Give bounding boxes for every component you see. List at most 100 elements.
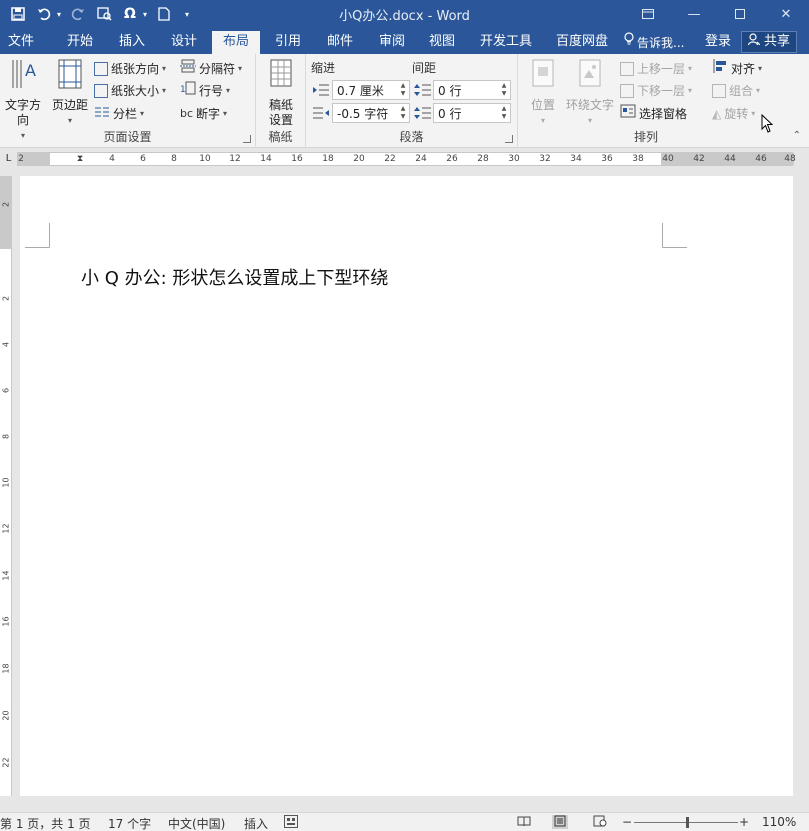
web-layout-icon[interactable] bbox=[592, 815, 608, 829]
bring-forward-button[interactable]: 上移一层 ▾ bbox=[620, 59, 692, 79]
tab-home[interactable]: 开始 bbox=[56, 31, 104, 54]
spacing-before-input[interactable]: 0 行 ▲ ▼ bbox=[433, 80, 511, 100]
hyphenation-button[interactable]: bc 断字 ▾ bbox=[180, 104, 227, 124]
zoom-level[interactable]: 110% bbox=[762, 815, 796, 829]
selection-pane-button[interactable]: 选择窗格 bbox=[620, 104, 687, 124]
margins-button[interactable]: 页边距 ▾ bbox=[50, 58, 90, 128]
vertical-ruler[interactable]: 2 2 4 6 8 10 12 14 16 18 20 22 bbox=[0, 176, 12, 796]
status-bar: 第 1 页，共 1 页 17 个字 中文(中国) 插入 − + 110% bbox=[0, 812, 809, 831]
page-setup-group-label: 页面设置 bbox=[103, 130, 152, 144]
tab-design[interactable]: 设计 bbox=[160, 31, 208, 54]
wrap-text-icon bbox=[579, 59, 601, 87]
align-button[interactable]: 对齐 ▾ bbox=[712, 59, 762, 79]
title-bar: ▾ Ω ▾ ▾ 小Q办公.docx - Word — ✕ bbox=[0, 0, 809, 28]
group-paragraph: 缩进 间距 0.7 厘米 ▲ ▼ -0.5 字符 ▲ ▼ 0 行 ▲ ▼ 0 行 ▲ ▼ bbox=[306, 54, 518, 148]
tell-me-box[interactable]: 告诉我... bbox=[624, 31, 696, 54]
document-page[interactable]: 小 Q 办公: 形状怎么设置成上下型环绕 bbox=[20, 176, 793, 796]
spacing-before-spinner-icon[interactable]: ▲ ▼ bbox=[499, 82, 509, 98]
paper-size-icon bbox=[94, 84, 108, 98]
ribbon-display-options-icon[interactable] bbox=[625, 0, 671, 28]
insert-mode[interactable]: 插入 bbox=[244, 815, 268, 831]
rotate-label: 旋转 bbox=[724, 107, 749, 121]
group-manuscript: 稿纸 设置 稿纸 bbox=[256, 54, 306, 148]
collapse-ribbon-icon[interactable]: ⌃ bbox=[793, 130, 801, 141]
size-button[interactable]: 纸张大小 ▾ bbox=[94, 81, 166, 101]
send-backward-button[interactable]: 下移一层 ▾ bbox=[620, 81, 692, 101]
indent-right-input[interactable]: -0.5 字符 ▲ ▼ bbox=[332, 103, 410, 123]
orientation-dropdown-icon: ▾ bbox=[162, 64, 167, 73]
breaks-button[interactable]: 分隔符 ▾ bbox=[180, 59, 242, 79]
group-dropdown-icon: ▾ bbox=[756, 86, 761, 95]
columns-button[interactable]: 分栏 ▾ bbox=[94, 104, 144, 124]
horizontal-ruler[interactable]: 2 ⧗ 4 6 8 10 12 14 16 18 20 22 24 26 28 … bbox=[17, 152, 796, 166]
tab-file[interactable]: 文件 bbox=[0, 31, 42, 54]
tab-baidu-netdisk[interactable]: 百度网盘 bbox=[552, 31, 612, 54]
size-dropdown-icon: ▾ bbox=[162, 86, 167, 95]
zoom-in-button[interactable]: + bbox=[739, 815, 749, 829]
indent-left-input[interactable]: 0.7 厘米 ▲ ▼ bbox=[332, 80, 410, 100]
text-direction-icon: A bbox=[12, 60, 36, 88]
vertical-scrollbar[interactable] bbox=[793, 176, 809, 796]
minimize-icon[interactable]: — bbox=[671, 0, 717, 28]
line-numbers-button[interactable]: 1 行号 ▾ bbox=[180, 81, 230, 101]
line-numbers-icon: 1 bbox=[180, 81, 196, 101]
ruler-number: 36 bbox=[601, 154, 613, 164]
tab-review[interactable]: 审阅 bbox=[368, 31, 416, 54]
print-layout-icon[interactable] bbox=[552, 815, 568, 829]
position-icon bbox=[532, 59, 554, 87]
orientation-button[interactable]: 纸张方向 ▾ bbox=[94, 59, 166, 79]
svg-text:1: 1 bbox=[180, 85, 186, 95]
ruler-number: 2 bbox=[18, 154, 24, 164]
tab-mailings[interactable]: 邮件 bbox=[316, 31, 364, 54]
ruler-indent-marker[interactable]: ⧗ bbox=[77, 153, 83, 165]
login-link[interactable]: 登录 bbox=[700, 31, 736, 54]
ruler-number: 10 bbox=[199, 154, 211, 164]
indent-left-spinner-icon[interactable]: ▲ ▼ bbox=[398, 82, 408, 98]
document-text[interactable]: 小 Q 办公: 形状怎么设置成上下型环绕 bbox=[81, 264, 388, 290]
ruler-top-margin bbox=[0, 176, 12, 249]
wrap-text-button[interactable]: 环绕文字 ▾ bbox=[564, 58, 616, 128]
tab-layout[interactable]: 布局 bbox=[212, 31, 260, 54]
ruler-number: 18 bbox=[1, 663, 11, 674]
share-label: 共享 bbox=[763, 34, 790, 49]
tab-insert[interactable]: 插入 bbox=[108, 31, 156, 54]
group-button[interactable]: 组合 ▾ bbox=[712, 81, 760, 101]
crop-mark-top-right bbox=[662, 223, 687, 248]
breaks-icon bbox=[180, 59, 196, 79]
maximize-icon[interactable] bbox=[717, 0, 763, 28]
page-setup-dialog-launcher-icon[interactable] bbox=[243, 135, 251, 143]
manuscript-settings-button[interactable]: 稿纸 设置 bbox=[262, 58, 300, 128]
wrap-text-dropdown-icon: ▾ bbox=[587, 116, 592, 125]
ruler-number: 20 bbox=[353, 154, 365, 164]
spacing-after-value: 0 行 bbox=[438, 106, 462, 121]
close-icon[interactable]: ✕ bbox=[763, 0, 809, 28]
tab-selector[interactable]: L bbox=[0, 149, 17, 169]
share-button[interactable]: 共享 bbox=[740, 31, 797, 53]
tab-references[interactable]: 引用 bbox=[264, 31, 312, 54]
group-arrange: 位置 ▾ 环绕文字 ▾ 上移一层 ▾ 下移一层 ▾ 选择窗格 对齐 ▾ 组合 ▾… bbox=[518, 54, 774, 148]
bring-forward-dropdown-icon: ▾ bbox=[688, 64, 693, 73]
bring-forward-icon bbox=[620, 62, 634, 76]
zoom-out-button[interactable]: − bbox=[622, 815, 632, 829]
ribbon: A 文字方向 ▾ 页边距 ▾ 纸张方向 ▾ 纸张大小 ▾ 分栏 ▾ 分隔符 ▾ … bbox=[0, 54, 809, 148]
read-mode-icon[interactable] bbox=[516, 815, 532, 829]
language-indicator[interactable]: 中文(中国) bbox=[168, 815, 225, 831]
spacing-after-spinner-icon[interactable]: ▲ ▼ bbox=[499, 105, 509, 121]
spacing-after-input[interactable]: 0 行 ▲ ▼ bbox=[433, 103, 511, 123]
paragraph-dialog-launcher-icon[interactable] bbox=[505, 135, 513, 143]
rotate-button[interactable]: ◭ 旋转 ▾ bbox=[712, 104, 755, 124]
word-count[interactable]: 17 个字 bbox=[108, 815, 151, 831]
macro-record-icon[interactable] bbox=[284, 815, 298, 831]
position-button[interactable]: 位置 ▾ bbox=[524, 58, 562, 128]
tab-developer[interactable]: 开发工具 bbox=[476, 31, 536, 54]
page-count[interactable]: 第 1 页，共 1 页 bbox=[0, 815, 91, 831]
manuscript-grid-icon bbox=[270, 59, 292, 87]
margins-dropdown-icon: ▾ bbox=[67, 116, 72, 125]
indent-right-spinner-icon[interactable]: ▲ ▼ bbox=[398, 105, 408, 121]
mouse-cursor-icon bbox=[761, 113, 775, 137]
rotate-dropdown-icon: ▾ bbox=[751, 109, 756, 118]
paragraph-group-label: 段落 bbox=[399, 130, 424, 144]
tab-view[interactable]: 视图 bbox=[418, 31, 466, 54]
ruler-number: 4 bbox=[1, 341, 11, 348]
zoom-slider-thumb[interactable] bbox=[686, 817, 689, 828]
